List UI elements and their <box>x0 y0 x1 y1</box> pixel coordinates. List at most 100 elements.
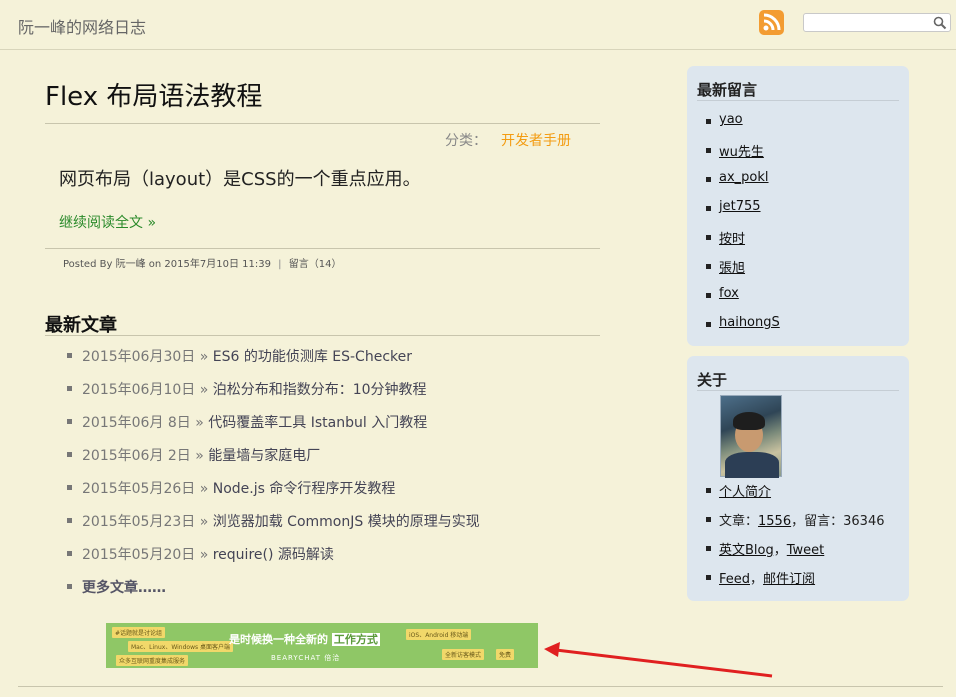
list-item: 个人简介 <box>706 481 884 510</box>
posted-by-label: Posted By <box>63 259 113 270</box>
search-input[interactable] <box>804 17 929 34</box>
list-item: 張旭 <box>706 257 780 286</box>
list-item: 文章：1556，留言：36346 <box>706 510 884 539</box>
search-box <box>803 13 951 34</box>
widget-title: 关于 <box>697 371 728 389</box>
list-item: wu先生 <box>706 141 780 170</box>
post-meta: Posted By 阮一峰 on 2015年7月10日 11:39 | 留言（1… <box>63 255 341 270</box>
list-item: 2015年06月30日 » ES6 的功能侦测库 ES-Checker <box>67 346 480 379</box>
ad-tag: Mac、Linux、Windows 桌面客户端 <box>128 641 234 652</box>
profile-link[interactable]: 个人简介 <box>719 485 771 500</box>
about-widget: 关于 个人简介 文章：1556，留言：36346 英文Blog，Tweet Fe… <box>687 356 909 601</box>
article-link[interactable]: 浏览器加载 CommonJS 模块的原理与实现 <box>213 514 480 530</box>
stats-label: 文章： <box>719 514 759 529</box>
list-item: 2015年05月20日 » require() 源码解读 <box>67 544 480 577</box>
stats-label: ，留言： <box>791 514 844 529</box>
feed-link[interactable]: Feed <box>719 572 750 587</box>
search-icon[interactable] <box>933 15 947 30</box>
article-link[interactable]: 代码覆盖率工具 Istanbul 入门教程 <box>208 415 427 431</box>
article-date: 2015年05月20日 » <box>82 547 209 563</box>
rss-icon[interactable] <box>759 10 784 35</box>
comments-list: yao wu先生 ax_pokl jet755 按时 張旭 fox haihon… <box>706 112 780 344</box>
list-item: fox <box>706 286 780 315</box>
comment-link[interactable]: 按时 <box>719 232 745 247</box>
site-title[interactable]: 阮一峰的网络日志 <box>18 14 146 38</box>
english-blog-link[interactable]: 英文Blog <box>719 543 774 558</box>
divider <box>45 335 600 336</box>
comments-link[interactable]: 留言（14） <box>289 259 342 270</box>
latest-comments-widget: 最新留言 yao wu先生 ax_pokl jet755 按时 張旭 fox h… <box>687 66 909 346</box>
divider <box>697 100 899 101</box>
article-link[interactable]: Node.js 命令行程序开发教程 <box>213 481 396 497</box>
article-date: 2015年06月 8日 » <box>82 415 204 431</box>
recent-articles-list: 2015年06月30日 » ES6 的功能侦测库 ES-Checker 2015… <box>67 346 480 610</box>
ad-tag: 全新访客模式 <box>442 649 485 660</box>
article-date: 2015年06月 2日 » <box>82 448 204 464</box>
comments-count: 36346 <box>843 514 885 529</box>
comment-link[interactable]: wu先生 <box>719 145 764 160</box>
annotation-arrow <box>544 642 773 678</box>
comment-link[interactable]: jet755 <box>719 199 761 214</box>
list-item: 2015年06月10日 » 泊松分布和指数分布：10分钟教程 <box>67 379 480 412</box>
separator: ， <box>750 572 764 587</box>
read-more-link[interactable]: 继续阅读全文 » <box>59 212 156 232</box>
comment-link[interactable]: ax_pokl <box>719 170 769 185</box>
ad-tag: #话题就是讨论组 <box>112 627 166 638</box>
more-articles-link[interactable]: 更多文章…… <box>82 580 166 596</box>
list-item: 2015年06月 8日 » 代码覆盖率工具 Istanbul 入门教程 <box>67 412 480 445</box>
ad-headline: 是时候换一种全新的 工作方式 <box>229 631 380 647</box>
list-item: yao <box>706 112 780 141</box>
about-list: 个人简介 文章：1556，留言：36346 英文Blog，Tweet Feed，… <box>706 481 884 597</box>
article-link[interactable]: 泊松分布和指数分布：10分钟教程 <box>213 382 427 398</box>
list-item: 更多文章…… <box>67 577 480 610</box>
site-header: 阮一峰的网络日志 <box>0 0 956 50</box>
meta-separator: | <box>278 259 282 270</box>
on-label: on <box>148 259 162 270</box>
article-summary: 网页布局（layout）是CSS的一个重点应用。 <box>59 169 421 190</box>
article-category: 分类： 开发者手册 <box>445 130 571 150</box>
list-item: ax_pokl <box>706 170 780 199</box>
widget-title: 最新留言 <box>697 81 758 99</box>
article-link[interactable]: 能量墙与家庭电厂 <box>208 448 320 464</box>
category-label: 分类： <box>445 133 487 149</box>
separator: ， <box>773 543 787 558</box>
ad-tag: 众多互联网重度集成服务 <box>116 655 189 666</box>
post-date: 2015年7月10日 11:39 <box>164 259 271 270</box>
list-item: 按时 <box>706 228 780 257</box>
divider <box>45 123 600 124</box>
recent-articles-title: 最新文章 <box>45 315 117 336</box>
category-link[interactable]: 开发者手册 <box>501 133 571 149</box>
article-date: 2015年06月10日 » <box>82 382 209 398</box>
author-link[interactable]: 阮一峰 <box>116 259 146 270</box>
article-link[interactable]: ES6 的功能侦测库 ES-Checker <box>213 349 412 365</box>
comment-link[interactable]: fox <box>719 286 739 301</box>
list-item: jet755 <box>706 199 780 228</box>
article-date: 2015年05月23日 » <box>82 514 209 530</box>
ad-headline-highlight: 工作方式 <box>331 633 380 646</box>
ad-banner[interactable]: #话题就是讨论组 Mac、Linux、Windows 桌面客户端 众多互联网重度… <box>106 623 538 668</box>
article-date: 2015年06月30日 » <box>82 349 209 365</box>
list-item: Feed，邮件订阅 <box>706 568 884 597</box>
divider <box>18 686 943 687</box>
ad-tag: 免费 <box>496 649 515 660</box>
ad-headline-text: 是时候换一种全新的 <box>229 633 328 646</box>
divider <box>697 390 899 391</box>
article-date: 2015年05月26日 » <box>82 481 209 497</box>
ad-brand: BEARYCHAT 倍洽 <box>271 654 341 662</box>
article-link[interactable]: require() 源码解读 <box>213 547 334 563</box>
list-item: 2015年06月 2日 » 能量墙与家庭电厂 <box>67 445 480 478</box>
comment-link[interactable]: 張旭 <box>719 261 745 276</box>
mail-subscribe-link[interactable]: 邮件订阅 <box>763 572 815 587</box>
divider <box>45 248 600 249</box>
tweet-link[interactable]: Tweet <box>787 543 825 558</box>
list-item: 2015年05月26日 » Node.js 命令行程序开发教程 <box>67 478 480 511</box>
list-item: 英文Blog，Tweet <box>706 539 884 568</box>
list-item: haihongS <box>706 315 780 344</box>
articles-count-link[interactable]: 1556 <box>758 514 791 529</box>
list-item: 2015年05月23日 » 浏览器加载 CommonJS 模块的原理与实现 <box>67 511 480 544</box>
comment-link[interactable]: yao <box>719 112 743 127</box>
avatar <box>720 395 782 478</box>
ad-tag: iOS、Android 移动端 <box>406 629 472 640</box>
article-title[interactable]: Flex 布局语法教程 <box>45 76 262 113</box>
comment-link[interactable]: haihongS <box>719 315 780 330</box>
